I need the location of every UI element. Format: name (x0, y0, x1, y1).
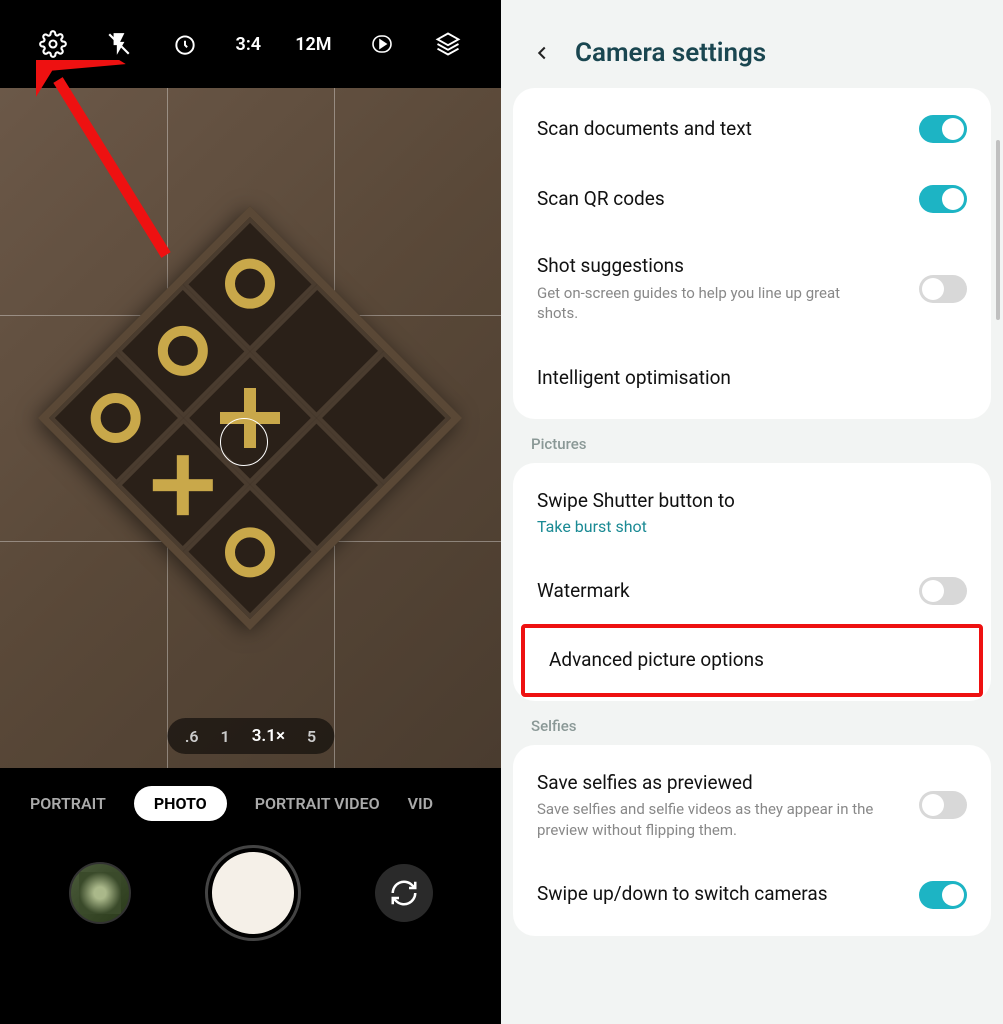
mode-video[interactable]: VID (408, 794, 433, 813)
gallery-thumbnail[interactable] (69, 862, 131, 924)
gear-icon[interactable] (37, 28, 69, 60)
row-title: Shot suggestions (537, 254, 877, 279)
settings-group-selfies: Save selfies as previewed Save selfies a… (513, 745, 991, 936)
toggle-shot-suggestions[interactable] (919, 275, 967, 303)
row-swipe-switch-cameras[interactable]: Swipe up/down to switch cameras (513, 860, 991, 930)
mode-portrait[interactable]: PORTRAIT (30, 794, 106, 813)
row-scan-documents[interactable]: Scan documents and text (513, 94, 991, 164)
focus-indicator (220, 418, 268, 466)
camera-topbar: 3:4 12M (0, 0, 501, 88)
toggle-swipe-switch[interactable] (919, 881, 967, 909)
row-title: Swipe up/down to switch cameras (537, 882, 828, 907)
mode-portrait-video[interactable]: PORTRAIT VIDEO (255, 794, 380, 813)
row-title: Save selfies as previewed (537, 771, 877, 796)
camera-app-pane: 3:4 12M .6 1 3.1× 5 PORTRAIT PHOTO (0, 0, 501, 1024)
row-title: Scan documents and text (537, 117, 752, 142)
row-title: Advanced picture options (549, 648, 764, 673)
row-title: Swipe Shutter button to (537, 489, 735, 514)
filters-icon[interactable] (432, 28, 464, 60)
row-subtitle: Save selfies and selfie videos as they a… (537, 799, 877, 840)
settings-group-pictures: Swipe Shutter button to Take burst shot … (513, 463, 991, 700)
section-label-pictures: Pictures (501, 433, 1003, 463)
zoom-selector[interactable]: .6 1 3.1× 5 (167, 718, 334, 754)
zoom-level[interactable]: 1 (221, 727, 230, 746)
row-scan-qr[interactable]: Scan QR codes (513, 164, 991, 234)
row-title: Scan QR codes (537, 187, 665, 212)
zoom-level-active[interactable]: 3.1× (252, 726, 285, 746)
page-title: Camera settings (575, 38, 766, 68)
row-subtitle: Take burst shot (537, 517, 735, 536)
scrollbar[interactable] (996, 140, 1000, 320)
row-title: Watermark (537, 579, 630, 604)
settings-group-general: Scan documents and text Scan QR codes Sh… (513, 88, 991, 419)
row-shot-suggestions[interactable]: Shot suggestions Get on-screen guides to… (513, 234, 991, 343)
toggle-save-selfies[interactable] (919, 791, 967, 819)
toggle-watermark[interactable] (919, 577, 967, 605)
toggle-scan-documents[interactable] (919, 115, 967, 143)
row-intelligent-optimisation[interactable]: Intelligent optimisation (513, 343, 991, 413)
row-advanced-picture-options[interactable]: Advanced picture options (521, 624, 983, 697)
shutter-button[interactable] (208, 848, 298, 938)
camera-controls (0, 848, 501, 938)
row-save-selfies-previewed[interactable]: Save selfies as previewed Save selfies a… (513, 751, 991, 860)
camera-modes[interactable]: PORTRAIT PHOTO PORTRAIT VIDEO VID (0, 768, 501, 838)
timer-icon[interactable] (169, 28, 201, 60)
row-swipe-shutter[interactable]: Swipe Shutter button to Take burst shot (513, 469, 991, 556)
flash-off-icon[interactable] (103, 28, 135, 60)
row-title: Intelligent optimisation (537, 366, 731, 391)
mode-photo[interactable]: PHOTO (134, 786, 227, 821)
aspect-ratio[interactable]: 3:4 (236, 34, 261, 55)
resolution[interactable]: 12M (295, 34, 331, 55)
camera-viewfinder[interactable]: .6 1 3.1× 5 (0, 88, 501, 768)
back-button[interactable] (529, 40, 555, 66)
toggle-scan-qr[interactable] (919, 185, 967, 213)
settings-header: Camera settings (501, 8, 1003, 88)
camera-settings-pane: Camera settings Scan documents and text … (501, 0, 1003, 1024)
flip-camera-button[interactable] (375, 864, 433, 922)
row-watermark[interactable]: Watermark (513, 556, 991, 626)
zoom-level[interactable]: .6 (185, 727, 199, 746)
zoom-level[interactable]: 5 (307, 727, 316, 746)
camera-bottom-panel: PORTRAIT PHOTO PORTRAIT VIDEO VID (0, 768, 501, 1024)
section-label-selfies: Selfies (501, 715, 1003, 745)
motion-photo-icon[interactable] (366, 28, 398, 60)
row-subtitle: Get on-screen guides to help you line up… (537, 283, 877, 324)
